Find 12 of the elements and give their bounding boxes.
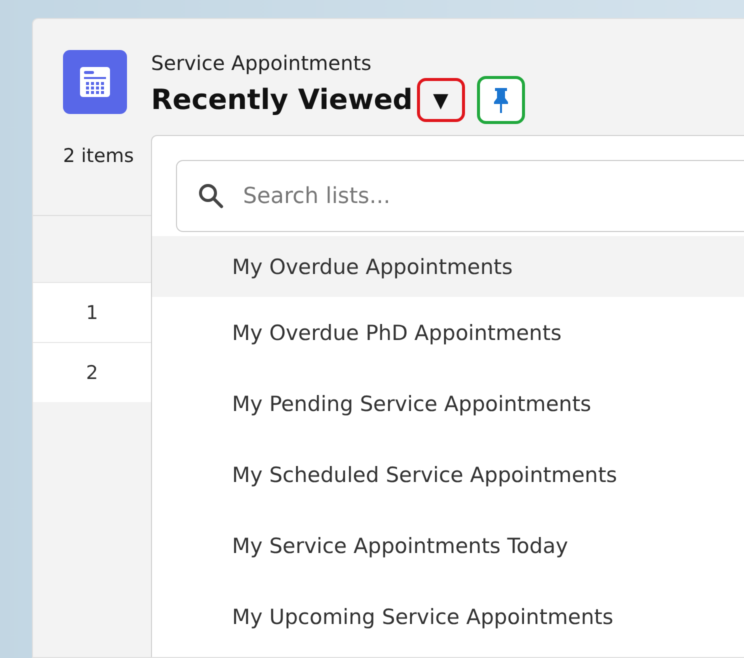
list-title: Recently Viewed <box>151 82 413 118</box>
row-number: 1 <box>86 302 98 324</box>
list-view-option[interactable]: My Overdue Appointments <box>152 236 744 297</box>
calendar-icon <box>63 50 127 114</box>
search-icon <box>198 183 224 209</box>
pin-icon <box>492 87 509 113</box>
object-name: Service Appointments <box>151 50 372 76</box>
pin-button[interactable] <box>476 76 525 124</box>
item-count: 2 items <box>63 145 134 167</box>
search-field[interactable]: Search lists... <box>176 160 744 232</box>
list-view-dropdown-button[interactable]: ▼ <box>416 78 465 122</box>
row-number: 2 <box>86 362 98 384</box>
